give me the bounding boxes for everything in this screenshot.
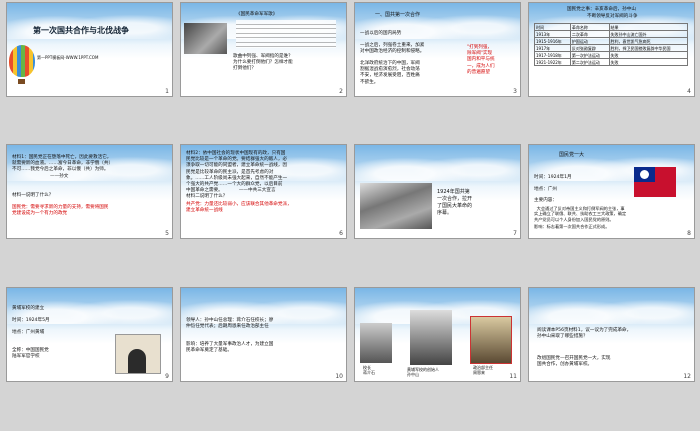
- kmt-flag-icon: [634, 167, 676, 197]
- slide-heading: 黄埔军校的建立: [12, 306, 45, 311]
- content-label: 主要内容：: [534, 198, 557, 203]
- situation-1: 一战之后，列强卷土重来，加紧 对中国政治经济的控制和侵略。: [360, 43, 425, 55]
- sheet-music: [236, 20, 336, 48]
- portrait-sun: [410, 310, 452, 365]
- place-text: 地点：广州: [534, 187, 557, 192]
- slide-number: 9: [165, 373, 169, 380]
- caption-chiang: 校长 蒋介石: [363, 365, 375, 375]
- slide-12[interactable]: 阅读课本P56页材料1，议一议为了完成革命， 孙中山采取了哪些措施？ 改组国民党…: [529, 288, 694, 381]
- time-text: 时间：1924年1月: [534, 175, 572, 180]
- time-text: 时间：1924年5月: [12, 318, 50, 323]
- slide-number: 2: [339, 88, 343, 95]
- conclusion-text: "打到列强， 除军阀"实现 国内和平与统 一，成为人们 的普遍愿望: [467, 45, 495, 75]
- sky-background: [355, 145, 520, 181]
- answer-text: 国民党：需要寻求新的力量的支持，需要将国民 党建设成为一个有力的政党: [12, 205, 109, 217]
- slide-number: 4: [687, 88, 691, 95]
- slide-number: 8: [687, 230, 691, 237]
- table-row: 1921-1922年 第二次护法运动 失败: [534, 58, 688, 66]
- slide-footer: 第一PPT模板网-WWW.1PPT.COM: [37, 55, 99, 60]
- slide-number: 12: [683, 373, 691, 380]
- material-text: 材料1：国民党正在堕落中死亡，因此要救活它， 就需要新的血液。……富今日革命，非…: [12, 155, 114, 179]
- caption-sun: 黄埔军校的创始人 孙中山: [407, 367, 439, 377]
- slide-11[interactable]: 校长 蒋介石 黄埔军校的创始人 孙中山 政治部主任 周恩来 11: [355, 288, 520, 381]
- table-row: 1917年 反对张勋复辟 胜利，捍卫民国挫败复辟中华民国: [534, 44, 688, 52]
- slide-heading: 国民党一大: [559, 152, 585, 158]
- sky-background: [529, 288, 694, 324]
- content-text: 大会通过了反对帝国主义和打倒军阀的主张，事 实上确立了联俄、联共、扶助农工三大政…: [534, 206, 627, 222]
- fullname-text: 全称：中国国民党 陆军军官学校: [12, 348, 49, 360]
- slide-7[interactable]: 1924年国共第 一次合作，拉开 了国民大革命的 序幕。 7: [355, 145, 520, 238]
- slide-5[interactable]: 材料1：国民党正在堕落中死亡，因此要救活它， 就需要新的血液。……富今日革命，非…: [7, 145, 172, 238]
- slide-8[interactable]: 国民党一大 时间：1924年1月 地点：广州 主要内容： 大会通过了反对帝国主义…: [529, 145, 694, 238]
- table-row: 1913年 二次革命 失败孙中山流亡国外: [534, 30, 688, 38]
- slide-number: 6: [339, 230, 343, 237]
- question-text: 歌曲中列强、军阀指的是谁？ 为什么要打倒他们？怎样才能 打倒他们？: [233, 54, 293, 72]
- place-text: 地点：广州黄埔: [12, 330, 45, 335]
- effect-text: 影响：标志着第一次国共合作正式形成。: [534, 224, 610, 229]
- slide-number: 5: [165, 230, 169, 237]
- table-header: 结果: [608, 23, 688, 31]
- effect-text: 影响：培养了大量军事政治人才，为建立国 民革命军奠定了基础。: [186, 342, 274, 354]
- portrait-chiang: [360, 323, 392, 363]
- caption-zhou: 政治部主任 周恩来: [473, 365, 493, 375]
- portrait-zhou: [470, 316, 512, 364]
- slide-1[interactable]: 第一次国共合作与北伐战争 第一PPT模板网-WWW.1PPT.COM 1: [7, 3, 172, 96]
- section-heading: 一、国共第一次合作: [375, 12, 421, 18]
- leaders-text: 领导人：孙中山任总理：蒋介石任校长；廖 仲恺任党代表；后期周恩来任政治部主任: [186, 318, 274, 330]
- slide-number: 3: [513, 88, 517, 95]
- slide-number: 10: [335, 373, 343, 380]
- table-title-1: 国民党之事：辛亥革命后，孙中山: [567, 7, 636, 12]
- caption-text: 1924年国共第 一次合作，拉开 了国民大革命的 序幕。: [437, 189, 473, 216]
- revolution-table: 时间 革命名称 结果 1913年 二次革命 失败孙中山流亡国外 1915-1916年…: [534, 23, 688, 66]
- slide-4[interactable]: 国民党之事：辛亥革命后，孙中山 不断领导反对军阀的斗争 时间 革命名称 结果 1…: [529, 3, 694, 96]
- slide-2[interactable]: 《国民革命军军歌》 歌曲中列强、军阀指的是谁？ 为什么要打倒他们？怎样才能 打倒…: [181, 3, 346, 96]
- slide-number: 1: [165, 88, 169, 95]
- balloon-basket-icon: [18, 79, 25, 84]
- congress-photo: [360, 183, 432, 229]
- slide-6[interactable]: 材料2：依中国社会的现状中国现有的政，只有国 民党比较是一个革命的党。要结群强大…: [181, 145, 346, 238]
- question-text: 阅读课本P56页材料1，议一议为了完成革命， 孙中山采取了哪些措施？: [537, 328, 632, 340]
- table-header: 革命名称: [569, 23, 610, 31]
- balloon-icon: [9, 45, 35, 77]
- slide-number: 7: [513, 230, 517, 237]
- song-title: 《国民革命军军歌》: [236, 12, 278, 17]
- answer-text: 共产党：力量还比较弱小，应该联合其他革命党派， 建立革命统一战线: [186, 202, 292, 214]
- table-row: 1917-1918年 第一次护法运动 失败: [534, 51, 688, 59]
- slide-3[interactable]: 一、国共第一次合作 一战以后的国内局势 一战之后，列强卷土重来，加紧 对中国政治…: [355, 3, 520, 96]
- table-row: 1915-1916年 护国运动 胜利，袁世凯气急病死: [534, 37, 688, 45]
- academy-gate-photo: [115, 334, 161, 374]
- slide-number: 11: [509, 373, 517, 380]
- slide-10[interactable]: 领导人：孙中山任总理：蒋介石任校长；廖 仲恺任党代表；后期周恩来任政治部主任 影…: [181, 288, 346, 381]
- table-header: 时间: [534, 23, 571, 31]
- answer-text: 改组国民党—召开国民党一大，实现 国共合作，创办黄埔军校。: [537, 356, 611, 368]
- slide-title: 第一次国共合作与北伐战争: [33, 26, 129, 35]
- historical-photo: [184, 23, 227, 54]
- material-text: 材料2：依中国社会的现状中国现有的政，只有国 民党比较是一个革命的党。要结群强大…: [186, 151, 288, 200]
- situation-label: 一战以后的国内局势: [360, 31, 402, 36]
- question-text: 材料一说明了什么？: [12, 193, 54, 198]
- situation-2: 北洋政府统治下的中国，军阀 割据混战愈演愈烈，社会动荡 不安，经济发展受阻，百姓…: [360, 61, 420, 85]
- table-title-2: 不断领导反对军阀的斗争: [587, 14, 638, 19]
- slide-9[interactable]: 黄埔军校的建立 时间：1924年5月 地点：广州黄埔 全称：中国国民党 陆军军官…: [7, 288, 172, 381]
